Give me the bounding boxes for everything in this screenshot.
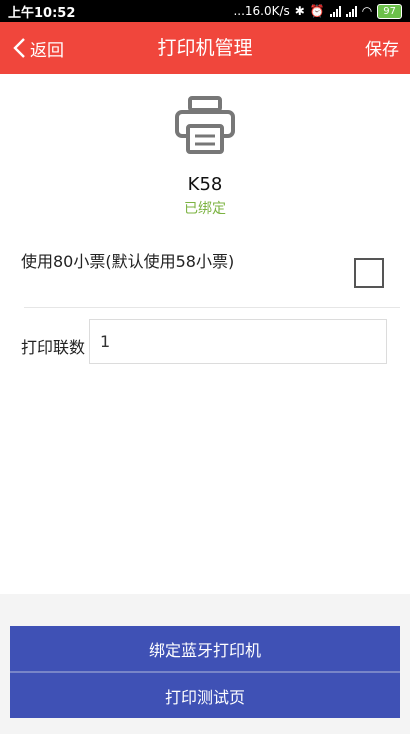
battery-icon: 97 [377, 3, 402, 19]
use-80-checkbox[interactable] [354, 258, 384, 288]
use-80-label: 使用80小票(默认使用58小票) [21, 252, 235, 271]
alarm-icon: ⏰ [309, 4, 325, 18]
bluetooth-icon: ✱ [294, 4, 305, 18]
signal-icon [329, 5, 341, 17]
signal-icon-2 [345, 5, 357, 17]
bind-status: 已绑定 [184, 201, 226, 217]
net-speed: ...16.0K/s [233, 4, 290, 18]
chevron-left-icon [13, 38, 25, 58]
back-button[interactable]: 返回 [12, 22, 64, 74]
copies-label: 打印联数 [21, 338, 86, 357]
main-content: K58 已绑定 使用80小票(默认使用58小票) 打印联数 [0, 74, 410, 594]
app-bar: 返回 打印机管理 保存 [0, 22, 410, 74]
printer-icon [175, 96, 235, 154]
divider [24, 307, 400, 308]
save-button[interactable]: 保存 [365, 35, 399, 60]
status-icons: ...16.0K/s ✱ ⏰ ◠ 97 [233, 3, 402, 19]
status-time: 上午10:52 [8, 5, 76, 21]
status-bar: 上午10:52 ...16.0K/s ✱ ⏰ ◠ 97 [0, 0, 410, 22]
printer-name: K58 [187, 174, 223, 195]
print-test-page-button[interactable]: 打印测试页 [10, 673, 400, 718]
wifi-icon: ◠ [361, 4, 373, 18]
back-label: 返回 [30, 40, 64, 61]
bind-bluetooth-printer-button[interactable]: 绑定蓝牙打印机 [10, 626, 400, 671]
copies-input[interactable] [89, 319, 387, 364]
